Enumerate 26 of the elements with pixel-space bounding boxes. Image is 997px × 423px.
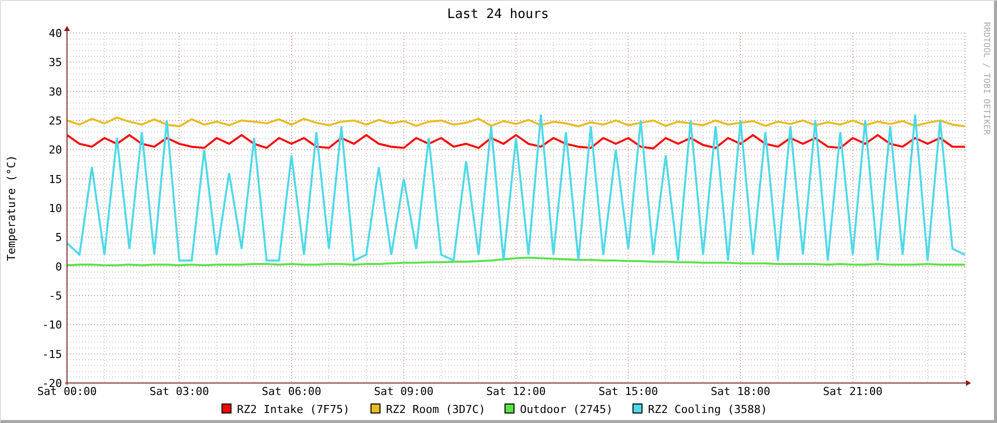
x-tick-label: Sat 18:00 <box>710 385 770 398</box>
x-tick-label: Sat 03:00 <box>149 385 210 398</box>
y-tick-label: 25 <box>48 114 62 128</box>
legend-label: RZ2 Cooling (3588) <box>648 403 768 416</box>
y-tick-label: -15 <box>42 348 62 361</box>
legend-label: Outdoor (2745) <box>520 403 613 416</box>
y-tick-label: 30 <box>48 85 62 98</box>
y-axis-title: Temperature (°C) <box>5 155 18 261</box>
y-tick-label: 40 <box>48 27 62 40</box>
y-tick-label: 20 <box>48 144 62 157</box>
x-tick-label: Sat 09:00 <box>374 385 434 398</box>
x-tick-label: Sat 06:00 <box>262 385 322 398</box>
chart-title: Last 24 hours <box>447 7 549 22</box>
y-tick-label: 35 <box>48 56 62 70</box>
y-tick-label: 15 <box>48 172 62 186</box>
legend-label: RZ2 Intake (7F75) <box>237 403 350 416</box>
x-tick-label: Sat 21:00 <box>822 385 883 398</box>
y-tick-label: -10 <box>42 318 62 332</box>
x-tick-label: Sat 12:00 <box>486 385 546 398</box>
y-tick-label: 5 <box>55 231 62 244</box>
legend-label: RZ2 Room (3D7C) <box>386 403 486 416</box>
y-tick-label: 10 <box>48 202 62 215</box>
y-tick-label: 0 <box>55 260 62 274</box>
y-tick-label: -5 <box>48 290 62 302</box>
x-tick-label: Sat 15:00 <box>598 385 658 398</box>
chart-credit: RRDTOOL / TOBI OETIKER <box>981 22 991 135</box>
